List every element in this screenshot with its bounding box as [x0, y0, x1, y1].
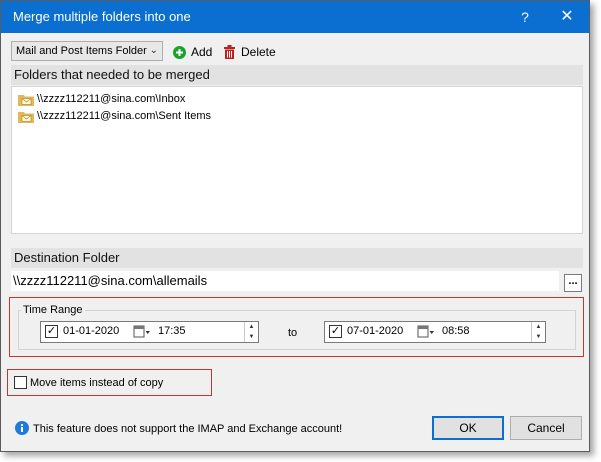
- destination-folder-field[interactable]: \\zzzz112211@sina.com\allemails: [11, 271, 559, 291]
- to-time-spinner[interactable]: ▲ ▼: [531, 322, 545, 342]
- mail-folder-icon: [18, 111, 34, 123]
- info-message: This feature does not support the IMAP a…: [33, 423, 343, 435]
- list-item[interactable]: \\zzzz112211@sina.com\Inbox: [18, 91, 185, 107]
- info-icon: [15, 421, 29, 435]
- folder-path: \\zzzz112211@sina.com\Sent Items: [37, 110, 212, 122]
- folders-heading: Folders that needed to be merged: [11, 65, 583, 85]
- calendar-icon[interactable]: [133, 325, 151, 339]
- ok-button[interactable]: OK: [432, 416, 504, 440]
- from-time-value: 17:35: [158, 325, 186, 337]
- add-button[interactable]: Add: [173, 43, 212, 61]
- from-time-spinner[interactable]: ▲ ▼: [244, 322, 258, 342]
- trash-icon: [224, 45, 235, 59]
- from-datetime-picker[interactable]: ✓ 01-01-2020 17:35 ▲ ▼: [40, 321, 259, 343]
- folder-type-dropdown[interactable]: Mail and Post Items Folder ⌄: [11, 41, 163, 61]
- delete-label: Delete: [241, 45, 276, 59]
- plus-circle-icon: [173, 45, 186, 59]
- help-button[interactable]: ?: [515, 7, 535, 27]
- cancel-button[interactable]: Cancel: [510, 416, 582, 440]
- to-label: to: [288, 327, 298, 339]
- move-items-label[interactable]: Move items instead of copy: [30, 377, 163, 389]
- to-date-value: 07-01-2020: [347, 325, 404, 337]
- to-enable-checkbox[interactable]: ✓: [329, 325, 342, 338]
- list-item[interactable]: \\zzzz112211@sina.com\Sent Items: [18, 108, 211, 124]
- folder-type-value: Mail and Post Items Folder: [16, 45, 147, 57]
- delete-button[interactable]: Delete: [223, 43, 276, 61]
- close-button[interactable]: ✕: [557, 7, 577, 27]
- folder-list[interactable]: \\zzzz112211@sina.com\Inbox \\zzzz112211…: [11, 86, 583, 234]
- from-date-value: 01-01-2020: [63, 325, 120, 337]
- browse-button[interactable]: ...: [564, 274, 582, 292]
- chevron-down-icon: ⌄: [149, 45, 158, 56]
- merge-folders-dialog: Merge multiple folders into one ? ✕ Mail…: [0, 0, 590, 452]
- time-range-title: Time Range: [21, 304, 85, 316]
- mail-folder-icon: [18, 94, 34, 106]
- title-bar: Merge multiple folders into one ? ✕: [1, 1, 589, 33]
- dialog-title: Merge multiple folders into one: [13, 9, 191, 24]
- add-label: Add: [191, 45, 213, 59]
- to-datetime-picker[interactable]: ✓ 07-01-2020 08:58 ▲ ▼: [324, 321, 546, 343]
- folder-path: \\zzzz112211@sina.com\Inbox: [37, 93, 186, 105]
- to-time-value: 08:58: [442, 325, 470, 337]
- move-items-checkbox[interactable]: [14, 376, 27, 389]
- from-enable-checkbox[interactable]: ✓: [45, 325, 58, 338]
- calendar-icon[interactable]: [417, 325, 435, 339]
- destination-heading: Destination Folder: [11, 248, 583, 268]
